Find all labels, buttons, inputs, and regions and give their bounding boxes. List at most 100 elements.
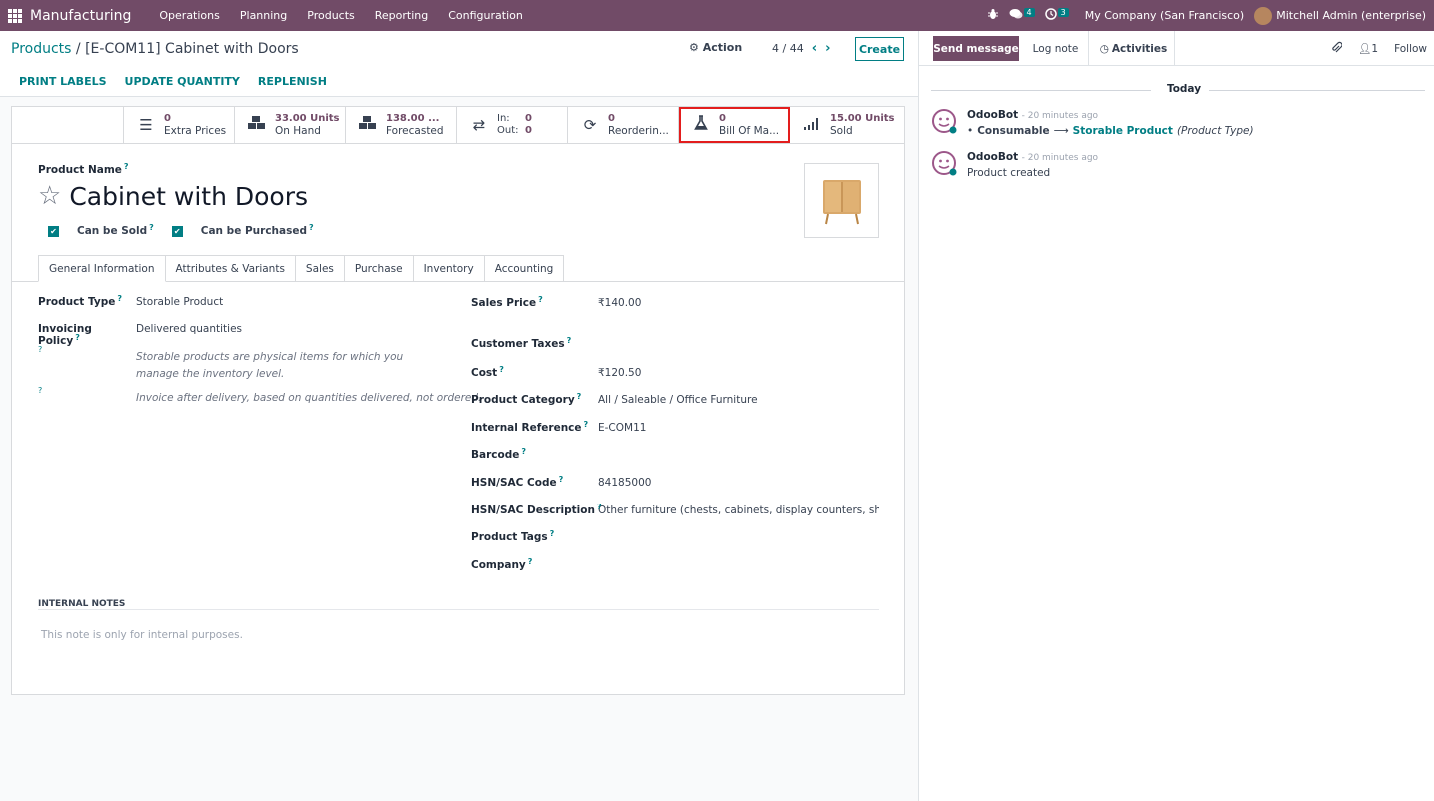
debug-bug-icon[interactable] <box>987 8 999 23</box>
chatter-panel: Send message Log note ◷ Activities 👤︎1 Fo… <box>918 31 1434 801</box>
extra-prices-label: Extra Prices <box>164 125 227 137</box>
product-type-field[interactable]: Storable Product <box>136 296 223 308</box>
cabinet-image <box>822 179 861 224</box>
log-note-button[interactable]: Log note <box>1023 31 1089 66</box>
apps-menu-icon[interactable] <box>8 8 22 23</box>
send-message-button[interactable]: Send message <box>933 36 1019 61</box>
menu-planning[interactable]: Planning <box>230 9 297 22</box>
bullet-icon: • <box>967 125 974 137</box>
cost-field[interactable]: ₹120.50 <box>598 367 641 379</box>
menu-configuration[interactable]: Configuration <box>438 9 533 22</box>
help-tooltip-icon[interactable]: ? <box>124 162 129 171</box>
tracking-new-value: Storable Product <box>1072 125 1173 137</box>
app-name[interactable]: Manufacturing <box>30 8 131 24</box>
followers-button[interactable]: 👤︎1 <box>1358 42 1378 55</box>
exchange-arrows-icon: ⇄ <box>472 116 486 134</box>
product-tags-label: Product Tags? <box>471 529 555 543</box>
in-out-smart-button[interactable]: ⇄ In: 0 Out: 0 <box>457 107 568 143</box>
can-be-purchased-label: Can be Purchased? <box>200 223 314 237</box>
sale-purchase-checkboxes: ✔ Can be Sold? ✔ Can be Purchased? <box>48 223 314 237</box>
reordering-smart-button[interactable]: ⟳ 0 Reorderin... <box>568 107 679 143</box>
print-labels-button[interactable]: PRINT LABELS <box>19 75 107 88</box>
sales-price-label: Sales Price? <box>471 295 543 309</box>
internal-notes-divider <box>38 609 879 610</box>
barcode-label: Barcode? <box>471 447 526 461</box>
tab-sales[interactable]: Sales <box>295 255 345 282</box>
invoicing-policy-field[interactable]: Delivered quantities <box>136 323 242 347</box>
sales-price-row: Sales Price? ₹140.00 <box>471 295 641 309</box>
forecasted-label: Forecasted <box>386 125 444 137</box>
extra-prices-value: 0 <box>164 113 171 124</box>
sales-price-field[interactable]: ₹140.00 <box>598 297 641 309</box>
help-tooltip-icon[interactable]: ? <box>38 386 136 403</box>
barcode-row: Barcode? <box>471 447 878 461</box>
company-switcher[interactable]: My Company (San Francisco) <box>1085 9 1244 22</box>
action-menu-button[interactable]: ⚙ Action <box>689 41 742 54</box>
menu-products[interactable]: Products <box>297 9 365 22</box>
company-field[interactable] <box>598 559 878 571</box>
chatter-message: OdooBot - 20 minutes ago Product created <box>931 150 1098 179</box>
activities-clock-icon[interactable]: 3 <box>1044 8 1069 23</box>
tab-accounting[interactable]: Accounting <box>484 255 565 282</box>
hsn-description-field[interactable]: Other furniture (chests, cabinets, displ… <box>598 504 879 516</box>
in-label: In: <box>497 113 510 124</box>
star-favorite-icon[interactable]: ☆ <box>38 181 61 211</box>
bill-of-materials-smart-button[interactable]: 0 Bill Of Ma... <box>679 107 790 143</box>
can-be-purchased-checkbox[interactable]: ✔ <box>171 225 183 237</box>
barcode-field[interactable] <box>598 449 878 461</box>
product-tags-field[interactable] <box>598 531 878 543</box>
help-tooltip-icon[interactable]: ? <box>38 345 136 379</box>
control-panel: Products / [E-COM11] Cabinet with Doors … <box>0 31 918 97</box>
arrow-right-icon: ⟶ <box>1053 125 1069 137</box>
can-be-sold-checkbox[interactable]: ✔ <box>48 225 59 237</box>
forecasted-value: 138.00 ... <box>386 113 440 124</box>
product-type-row: Product Type? Storable Product <box>38 294 223 308</box>
flask-icon <box>691 115 711 135</box>
product-name-label: Product Name? <box>38 162 129 176</box>
tracking-value: • Consumable ⟶ Storable Product (Product… <box>967 125 1254 137</box>
bom-value: 0 <box>719 113 726 124</box>
on-hand-smart-button[interactable]: 33.00 Units On Hand <box>235 107 346 143</box>
tracking-field-name: (Product Type) <box>1176 125 1254 137</box>
update-quantity-button[interactable]: UPDATE QUANTITY <box>125 75 240 88</box>
activities-button[interactable]: ◷ Activities <box>1093 31 1175 66</box>
breadcrumb-separator: / <box>75 41 81 57</box>
list-icon: ☰ <box>139 116 153 134</box>
breadcrumb-products-link[interactable]: Products <box>11 41 71 57</box>
message-author[interactable]: OdooBot <box>967 109 1018 121</box>
chevron-right-icon[interactable]: › <box>825 41 830 56</box>
product-category-field[interactable]: All / Saleable / Office Furniture <box>598 394 758 406</box>
menu-operations[interactable]: Operations <box>149 9 229 22</box>
product-category-label: Product Category? <box>471 392 582 406</box>
internal-reference-field[interactable]: E-COM11 <box>598 422 646 434</box>
product-image[interactable] <box>804 163 879 238</box>
company-label: Company? <box>471 557 533 571</box>
internal-notes-field[interactable]: This note is only for internal purposes. <box>41 629 243 641</box>
customer-taxes-row: Customer Taxes? <box>471 336 878 350</box>
menu-reporting[interactable]: Reporting <box>365 9 438 22</box>
tab-attributes-variants[interactable]: Attributes & Variants <box>165 255 296 282</box>
tab-inventory[interactable]: Inventory <box>413 255 485 282</box>
pager-value[interactable]: 4 / 44 <box>772 42 804 55</box>
forecasted-smart-button[interactable]: 138.00 ... Forecasted <box>346 107 457 143</box>
tab-purchase[interactable]: Purchase <box>344 255 414 282</box>
replenish-button[interactable]: REPLENISH <box>258 75 327 88</box>
message-author[interactable]: OdooBot <box>967 151 1018 163</box>
extra-prices-smart-button[interactable]: ☰ 0 Extra Prices <box>124 107 235 143</box>
chevron-left-icon[interactable]: ‹ <box>812 41 817 56</box>
create-button[interactable]: Create <box>855 37 904 61</box>
refresh-icon: ⟳ <box>583 116 597 134</box>
invoicing-policy-label: Invoicing Policy? <box>38 323 92 347</box>
hsn-code-field[interactable]: 84185000 <box>598 477 651 489</box>
messages-icon[interactable]: 4 <box>1009 8 1035 23</box>
customer-taxes-field[interactable] <box>598 338 878 350</box>
product-name-field[interactable]: Cabinet with Doors <box>69 182 308 211</box>
sold-smart-button[interactable]: 15.00 Units Sold <box>790 107 901 143</box>
paperclip-icon[interactable] <box>1330 41 1343 57</box>
tab-general-information[interactable]: General Information <box>38 255 166 282</box>
follow-button[interactable]: Follow <box>1394 43 1427 55</box>
smart-buttons-spacer <box>12 107 124 143</box>
sold-label: Sold <box>830 125 853 137</box>
user-menu[interactable]: Mitchell Admin (enterprise) <box>1254 6 1426 25</box>
message-body: Product created <box>967 167 1051 179</box>
